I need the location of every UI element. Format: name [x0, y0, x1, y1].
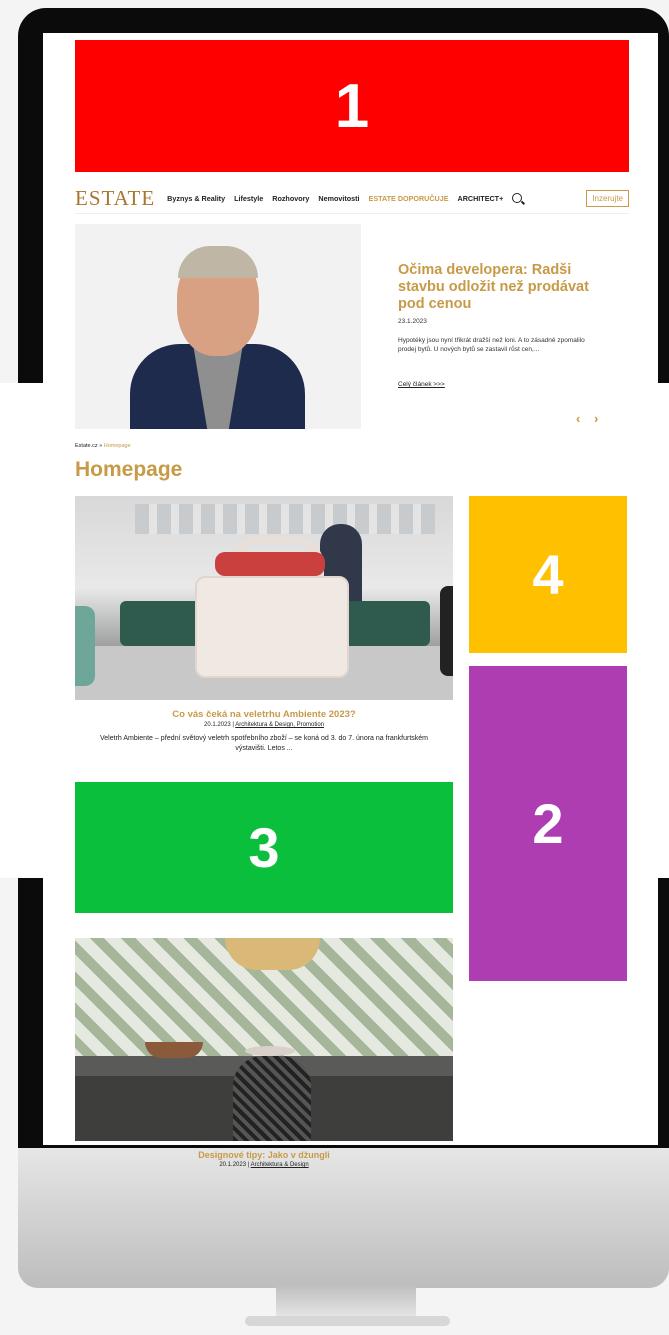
monitor-chin — [18, 1148, 669, 1288]
breadcrumb-separator: » — [99, 443, 103, 449]
site-logo[interactable]: ESTATE — [75, 186, 155, 211]
ad-slot-2[interactable]: 2 — [469, 666, 627, 981]
article-meta: 20.1.2023 | Architektura & Design, Promo… — [75, 722, 453, 728]
hero-read-more-link[interactable]: Celý článek >>> — [398, 381, 445, 388]
image-shelves — [135, 504, 435, 534]
breadcrumb: Estate.cz » Homepage — [75, 443, 131, 449]
hero-excerpt: Hypotéky jsou nyní třikrát dražší než lo… — [398, 337, 585, 353]
monitor-stand-neck — [276, 1286, 416, 1320]
advertise-button[interactable]: Inzerujte — [586, 189, 629, 207]
nav-nemovitosti[interactable]: Nemovitosti — [318, 194, 359, 203]
monitor-stand-base — [245, 1316, 450, 1326]
ad-slot-1[interactable]: 1 — [75, 40, 629, 172]
search-icon[interactable] — [512, 193, 523, 203]
nav-architect-plus[interactable]: ARCHITECT+ — [458, 194, 504, 203]
article-excerpt: Veletrh Ambiente – přední světový veletr… — [99, 735, 429, 752]
article-image-jungle[interactable] — [75, 938, 453, 1141]
article-meta-separator: | — [247, 1162, 250, 1168]
image-chair — [233, 1056, 311, 1141]
image-bowl — [145, 1042, 203, 1058]
image-plate — [245, 1046, 295, 1056]
nav-byznys-reality[interactable]: Byznys & Reality — [167, 194, 225, 203]
image-teal-chair — [75, 606, 95, 686]
slider-arrows[interactable]: ‹ › — [576, 411, 603, 426]
hero-title[interactable]: Očima developera: Radši stavbu odložit n… — [398, 262, 608, 313]
site-header: ESTATE Byznys & Reality Lifestyle Rozhov… — [75, 183, 629, 214]
nav-rozhovory[interactable]: Rozhovory — [272, 194, 309, 203]
article-title[interactable]: Co vás čeká na veletrhu Ambiente 2023? — [75, 709, 453, 720]
ad-slot-4[interactable]: 4 — [469, 496, 627, 653]
breadcrumb-current: Homepage — [103, 443, 131, 449]
image-bottle — [215, 552, 325, 576]
nav-estate-doporucuje[interactable]: ESTATE DOPORUČUJE — [369, 194, 449, 203]
article-categories[interactable]: Architektura & Design, Promotion — [235, 722, 324, 728]
page-title: Homepage — [75, 458, 183, 481]
hero-image[interactable] — [75, 224, 361, 429]
hero-person-hair — [178, 246, 258, 278]
article-title[interactable]: Designové tipy: Jako v džungli — [75, 1150, 453, 1160]
image-lamp — [225, 938, 320, 970]
article-date: 20.1.2023 — [204, 722, 231, 728]
article-categories[interactable]: Architektura & Design — [251, 1162, 309, 1168]
ad-slot-3[interactable]: 3 — [75, 782, 453, 913]
hero-date: 23.1.2023 — [398, 318, 427, 325]
breadcrumb-root[interactable]: Estate.cz — [75, 443, 98, 449]
article-meta-separator: | — [232, 722, 234, 728]
article-date: 20.1.2023 — [219, 1162, 247, 1168]
image-dark-chair — [440, 586, 453, 676]
article-image-ambiente[interactable] — [75, 496, 453, 700]
image-bag — [195, 576, 349, 678]
article-meta: 20.1.2023 | Architektura & Design — [75, 1162, 453, 1168]
nav-lifestyle[interactable]: Lifestyle — [234, 194, 263, 203]
